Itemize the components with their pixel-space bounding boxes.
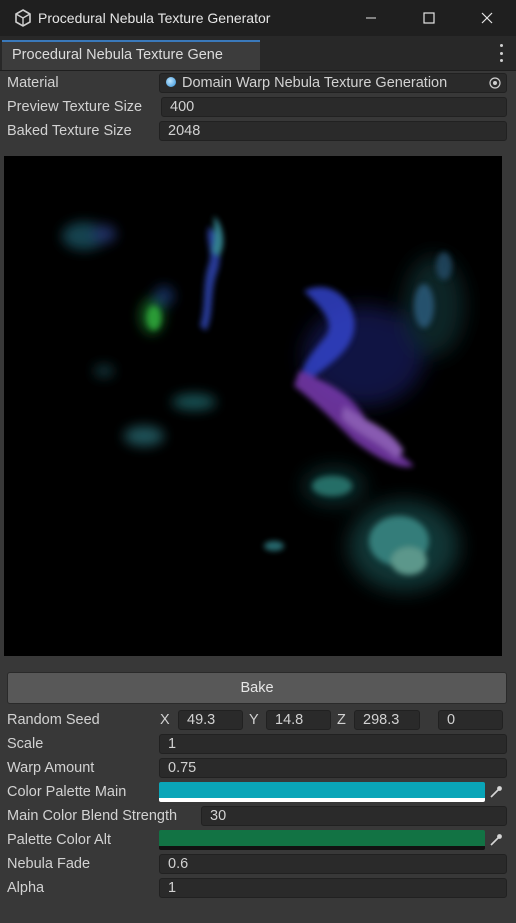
palette-main-label: Color Palette Main (7, 784, 127, 800)
blend-label: Main Color Blend Strength (7, 808, 178, 824)
object-picker-icon[interactable] (484, 74, 506, 92)
minimize-icon[interactable] (342, 0, 400, 36)
kebab-menu-icon[interactable] (498, 44, 504, 62)
baked-size-label: Baked Texture Size (7, 123, 132, 139)
seed-y-label: Y (249, 712, 259, 728)
palette-main-row: Color Palette Main (0, 781, 516, 803)
warp-input[interactable]: 0.75 (159, 758, 507, 778)
baked-size-input[interactable]: 2048 (159, 121, 507, 141)
random-seed-label: Random Seed (7, 712, 100, 728)
nebula-preview-image (4, 156, 502, 656)
palette-alt-row: Palette Color Alt (0, 829, 516, 851)
seed-z-input[interactable]: 298.3 (354, 710, 420, 730)
scale-row: Scale 1 (0, 733, 516, 755)
fade-input[interactable]: 0.6 (159, 854, 507, 874)
seed-z-label: Z (337, 712, 346, 728)
seed-x-input[interactable]: 49.3 (178, 710, 243, 730)
tab-bar: Procedural Nebula Texture Gene (0, 36, 516, 71)
material-field[interactable]: Domain Warp Nebula Texture Generation (159, 73, 507, 93)
warp-label: Warp Amount (7, 760, 95, 776)
blend-row: Main Color Blend Strength 30 (0, 805, 516, 827)
preview-size-label: Preview Texture Size (7, 99, 143, 115)
seed-y-input[interactable]: 14.8 (266, 710, 331, 730)
close-icon[interactable] (458, 0, 516, 36)
seed-w-input[interactable]: 0 (438, 710, 503, 730)
material-row: Material Domain Warp Nebula Texture Gene… (0, 72, 516, 94)
material-asset-icon (166, 77, 176, 87)
window-title: Procedural Nebula Texture Generator (38, 10, 271, 26)
eyedropper-icon[interactable] (485, 782, 507, 802)
scale-input[interactable]: 1 (159, 734, 507, 754)
warp-row: Warp Amount 0.75 (0, 757, 516, 779)
material-label: Material (7, 75, 59, 91)
baked-size-row: Baked Texture Size 2048 (0, 120, 516, 142)
alpha-row: Alpha 1 (0, 877, 516, 899)
preview-size-input[interactable]: 400 (161, 97, 507, 117)
scale-label: Scale (7, 736, 44, 752)
bake-button[interactable]: Bake (7, 672, 507, 704)
blend-input[interactable]: 30 (201, 806, 507, 826)
alpha-label: Alpha (7, 880, 45, 896)
palette-main-swatch[interactable] (159, 782, 485, 802)
seed-x-label: X (160, 712, 170, 728)
eyedropper-icon[interactable] (485, 830, 507, 850)
alpha-input[interactable]: 1 (159, 878, 507, 898)
tab-nebula-generator[interactable]: Procedural Nebula Texture Gene (2, 40, 260, 70)
material-value: Domain Warp Nebula Texture Generation (182, 75, 448, 91)
fade-label: Nebula Fade (7, 856, 91, 872)
palette-alt-label: Palette Color Alt (7, 832, 111, 848)
preview-size-row: Preview Texture Size 400 (0, 96, 516, 118)
maximize-icon[interactable] (400, 0, 458, 36)
fade-row: Nebula Fade 0.6 (0, 853, 516, 875)
unity-cube-icon (14, 9, 32, 27)
palette-alt-swatch[interactable] (159, 830, 485, 850)
random-seed-row: Random Seed X 49.3 Y 14.8 Z 298.3 0 (0, 709, 516, 731)
window-titlebar: Procedural Nebula Texture Generator (0, 0, 516, 36)
